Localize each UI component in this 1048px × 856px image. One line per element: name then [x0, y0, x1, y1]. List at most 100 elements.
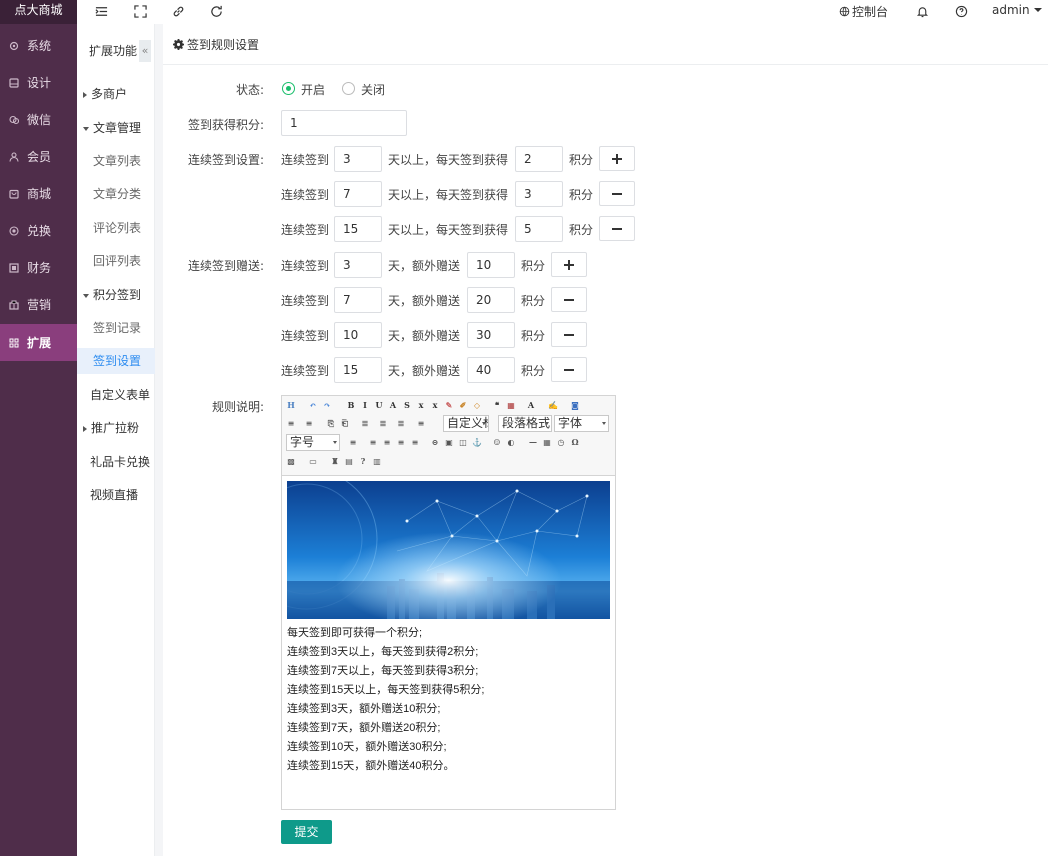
editor-tool-icon[interactable]: ⎘ [326, 418, 336, 428]
editor-tool-icon[interactable]: ✐ [458, 400, 468, 410]
continuous-points-input[interactable]: 3 [515, 181, 563, 207]
continuous-points-input[interactable]: 5 [515, 216, 563, 242]
status-off-radio[interactable] [342, 82, 355, 95]
editor-tool-icon[interactable]: ▭ [308, 456, 318, 466]
nav-item-1[interactable]: 设计 [0, 64, 77, 101]
fullscreen-icon[interactable] [132, 3, 148, 19]
bonus-days-input[interactable]: 7 [334, 287, 382, 313]
status-on-radio[interactable] [282, 82, 295, 95]
editor-tool-icon[interactable]: ≡ [286, 418, 296, 428]
sec-nav-item-8[interactable]: 签到设置 [77, 348, 155, 374]
continuous-points-input[interactable]: 2 [515, 146, 563, 172]
collapse-sidebar-button[interactable]: « [139, 40, 151, 62]
editor-tool-icon[interactable]: A [388, 400, 398, 410]
refresh-icon[interactable] [208, 3, 224, 19]
editor-tool-icon[interactable]: ⚓ [472, 437, 482, 447]
sec-nav-item-6[interactable]: 积分签到 [77, 282, 155, 308]
paragraph-format-select[interactable]: 段落格式 [498, 415, 552, 432]
editor-tool-icon[interactable]: ? [358, 456, 368, 466]
nav-item-0[interactable]: 系统 [0, 27, 77, 64]
nav-item-4[interactable]: 商城 [0, 175, 77, 212]
sec-nav-item-0[interactable]: 多商户 [77, 81, 155, 107]
nav-item-6[interactable]: 财务 [0, 249, 77, 286]
editor-tool-icon[interactable]: ❝ [492, 400, 502, 410]
bell-icon[interactable] [914, 3, 930, 19]
editor-tool-icon[interactable]: ▦ [506, 400, 516, 410]
editor-tool-icon[interactable]: — [528, 437, 538, 447]
editor-tool-icon[interactable]: ☺ [492, 437, 502, 447]
remove-bonus-button[interactable] [551, 322, 587, 347]
sec-nav-item-7[interactable]: 签到记录 [77, 315, 155, 341]
editor-tool-icon[interactable]: B [346, 400, 356, 410]
bonus-points-input[interactable]: 40 [467, 357, 515, 383]
sec-nav-item-1[interactable]: 文章管理 [77, 115, 155, 141]
continuous-days-input[interactable]: 7 [334, 181, 382, 207]
bonus-points-input[interactable]: 10 [467, 252, 515, 278]
editor-tool-icon[interactable]: ▥ [372, 456, 382, 466]
editor-tool-icon[interactable]: x [416, 400, 426, 410]
font-family-select[interactable]: 字体 [554, 415, 609, 432]
editor-tool-icon[interactable]: ↶ [308, 400, 318, 410]
editor-tool-icon[interactable]: Ω [570, 437, 580, 447]
rich-text-editor[interactable]: 自定义标 段落格式 字体 字号 H↶↷BIUASxx✎✐◇❝▦A✍◙≡≡⎘⎗≣≣… [281, 395, 616, 810]
editor-tool-icon[interactable]: ⊝ [430, 437, 440, 447]
bonus-points-input[interactable]: 20 [467, 287, 515, 313]
add-bonus-button[interactable] [551, 252, 587, 277]
editor-tool-icon[interactable]: ↷ [322, 400, 332, 410]
editor-tool-icon[interactable]: ◇ [472, 400, 482, 410]
remove-continuous-button[interactable] [599, 181, 635, 206]
sec-nav-item-10[interactable]: 推广拉粉 [77, 415, 155, 441]
bonus-days-input[interactable]: 15 [334, 357, 382, 383]
editor-tool-icon[interactable]: ◫ [458, 437, 468, 447]
editor-tool-icon[interactable]: ≡ [410, 437, 420, 447]
editor-tool-icon[interactable]: ≡ [368, 437, 378, 447]
editor-tool-icon[interactable]: ◙ [570, 400, 580, 410]
remove-bonus-button[interactable] [551, 357, 587, 382]
editor-tool-icon[interactable]: ≣ [360, 418, 370, 428]
nav-item-2[interactable]: 微信 [0, 101, 77, 138]
editor-tool-icon[interactable]: ▦ [542, 437, 552, 447]
sec-nav-item-5[interactable]: 回评列表 [77, 248, 155, 274]
editor-tool-icon[interactable]: ≡ [382, 437, 392, 447]
remove-bonus-button[interactable] [551, 287, 587, 312]
nav-item-3[interactable]: 会员 [0, 138, 77, 175]
sec-nav-item-4[interactable]: 评论列表 [77, 215, 155, 241]
editor-tool-icon[interactable]: ≡ [304, 418, 314, 428]
font-size-select[interactable]: 字号 [286, 434, 340, 451]
link-icon[interactable] [170, 3, 186, 19]
editor-tool-icon[interactable]: ▤ [344, 456, 354, 466]
editor-tool-icon[interactable]: S [402, 400, 412, 410]
remove-continuous-button[interactable] [599, 216, 635, 241]
editor-tool-icon[interactable]: ♜ [330, 456, 340, 466]
continuous-days-input[interactable]: 15 [334, 216, 382, 242]
editor-tool-icon[interactable]: H [286, 400, 296, 410]
editor-tool-icon[interactable]: ▩ [286, 456, 296, 466]
continuous-days-input[interactable]: 3 [334, 146, 382, 172]
editor-tool-icon[interactable]: ◐ [506, 437, 516, 447]
nav-item-7[interactable]: 营销 [0, 286, 77, 323]
sec-nav-item-9[interactable]: 自定义表单 [77, 382, 155, 408]
console-link[interactable]: 控制台 [839, 3, 888, 19]
editor-tool-icon[interactable]: I [360, 400, 370, 410]
editor-tool-icon[interactable]: ≣ [396, 418, 406, 428]
sec-nav-item-3[interactable]: 文章分类 [77, 181, 155, 207]
editor-tool-icon[interactable]: ▣ [444, 437, 454, 447]
nav-item-8[interactable]: 扩展 [0, 324, 77, 361]
editor-tool-icon[interactable]: ≡ [348, 437, 358, 447]
nav-item-5[interactable]: 兑换 [0, 212, 77, 249]
editor-tool-icon[interactable]: ≣ [378, 418, 388, 428]
editor-tool-icon[interactable]: ≡ [396, 437, 406, 447]
editor-tool-icon[interactable]: ≡ [416, 418, 426, 428]
menu-toggle-icon[interactable] [93, 3, 109, 19]
editor-tool-icon[interactable]: ✎ [444, 400, 454, 410]
bonus-days-input[interactable]: 10 [334, 322, 382, 348]
editor-tool-icon[interactable]: ✍ [548, 400, 558, 410]
submit-button[interactable]: 提交 [281, 820, 332, 844]
bonus-days-input[interactable]: 3 [334, 252, 382, 278]
editor-tool-icon[interactable]: A [526, 400, 536, 410]
help-icon[interactable] [953, 3, 969, 19]
sec-nav-item-11[interactable]: 礼品卡兑换 [77, 449, 155, 475]
editor-tool-icon[interactable]: ◷ [556, 437, 566, 447]
sec-nav-item-2[interactable]: 文章列表 [77, 148, 155, 174]
user-menu[interactable]: admin [992, 2, 1042, 18]
